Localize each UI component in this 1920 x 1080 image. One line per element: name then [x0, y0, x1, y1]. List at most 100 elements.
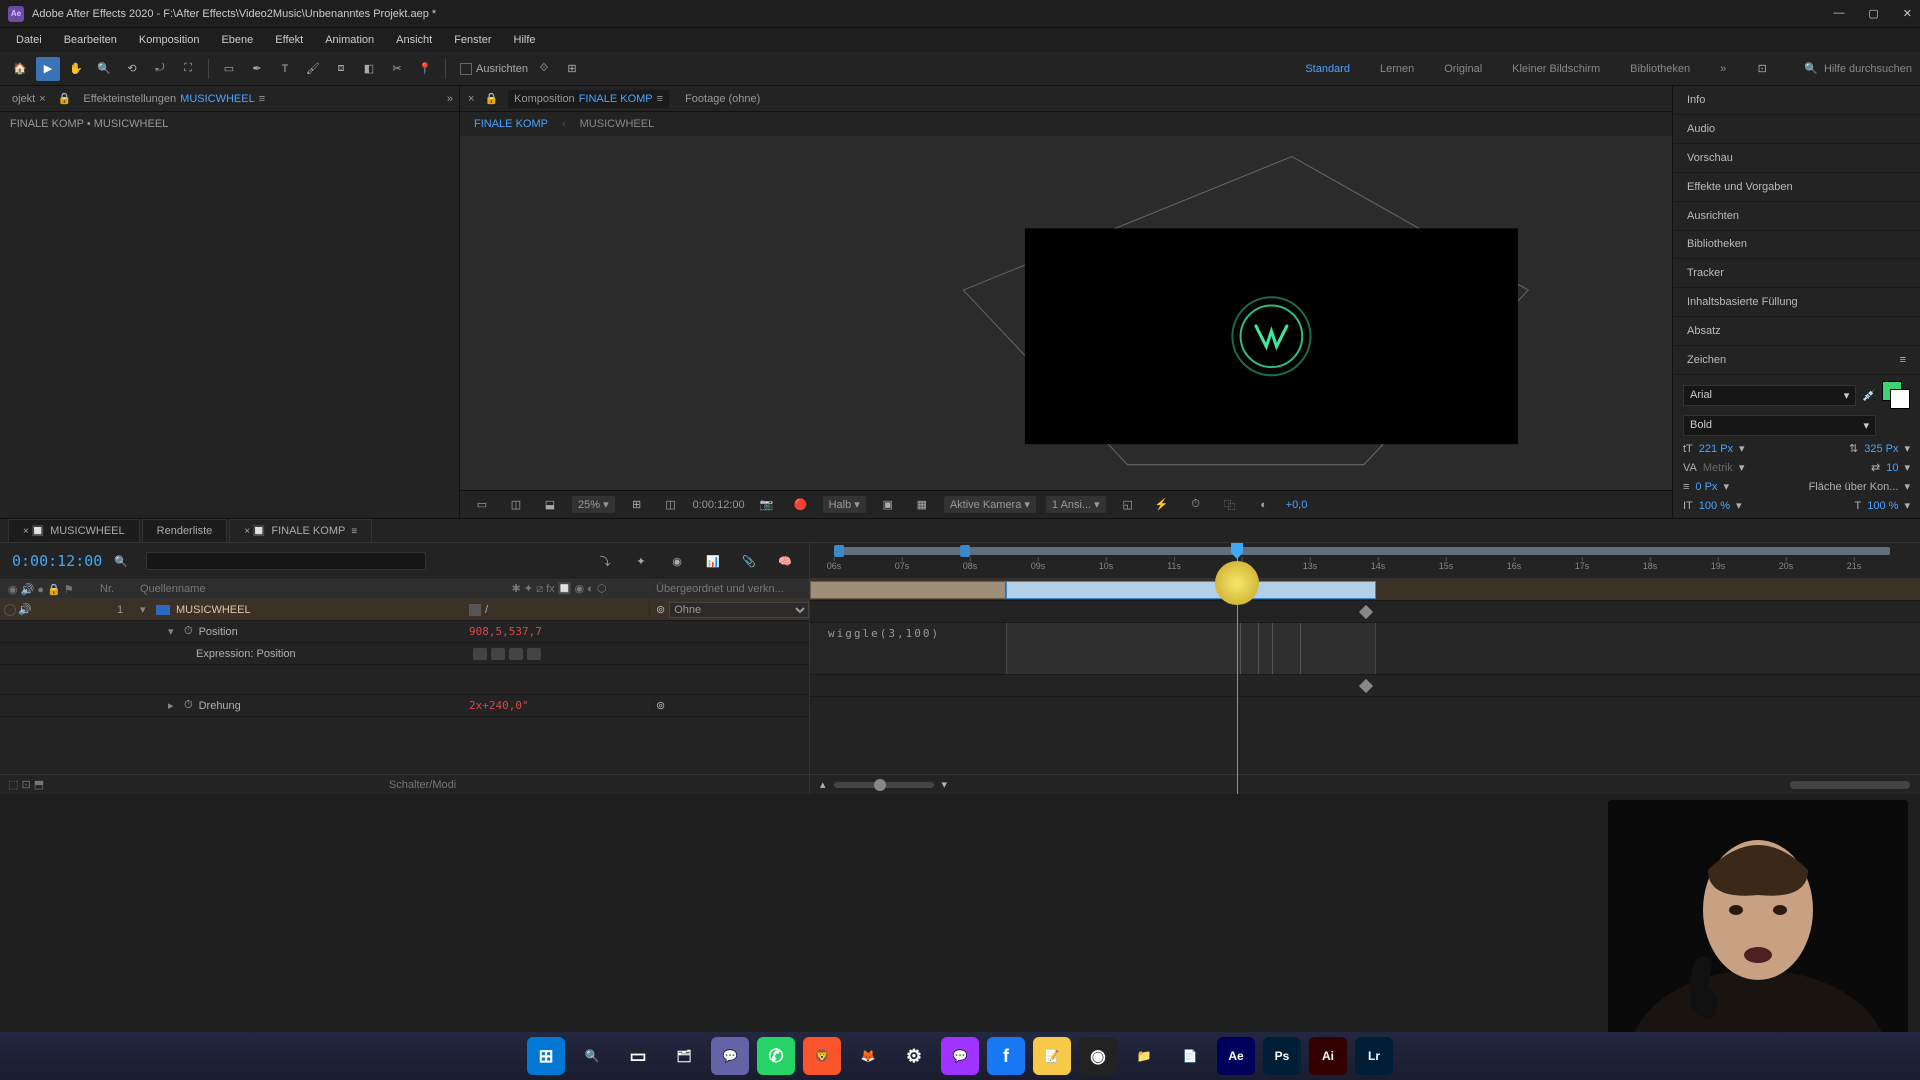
current-timecode[interactable]: 0:00:12:00 — [12, 552, 102, 570]
firefox-icon[interactable]: 🦊 — [849, 1037, 887, 1075]
home-tool[interactable]: 🏠 — [8, 57, 32, 81]
stopwatch-icon[interactable]: ⏱ — [184, 699, 193, 712]
puppet-tool[interactable]: 📍 — [413, 57, 437, 81]
workspace-lernen[interactable]: Lernen — [1374, 59, 1420, 79]
grid-icon[interactable]: ⊞ — [560, 57, 584, 81]
rotation-value[interactable]: 2x+240,0° — [469, 699, 529, 712]
composition-tab[interactable]: Komposition FINALE KOMP ≡ — [508, 90, 669, 108]
viewer-fit-icon[interactable]: ▭ — [470, 493, 494, 517]
camera-select[interactable]: Aktive Kamera ▾ — [944, 496, 1036, 513]
layer-bar-track[interactable] — [810, 579, 1920, 601]
minimize-button[interactable]: — — [1833, 7, 1844, 20]
panel-overflow-icon[interactable]: » — [447, 93, 453, 105]
visibility-toggle[interactable] — [4, 604, 16, 616]
breadcrumb-musicwheel[interactable]: MUSICWHEEL — [580, 118, 655, 130]
shape-tool[interactable]: ▭ — [217, 57, 241, 81]
menu-komposition[interactable]: Komposition — [129, 31, 210, 49]
notes-icon[interactable]: 📝 — [1033, 1037, 1071, 1075]
parent-pickwhip-icon[interactable]: ⊚ — [656, 699, 665, 712]
hand-tool[interactable]: ✋ — [64, 57, 88, 81]
breadcrumb-finale[interactable]: FINALE KOMP — [474, 118, 548, 130]
expression-graph-icon[interactable] — [491, 648, 505, 660]
expression-track[interactable]: wiggle(3,100) — [810, 623, 1920, 675]
menu-datei[interactable]: Datei — [6, 31, 52, 49]
help-search[interactable]: 🔍 Hilfe durchsuchen — [1804, 62, 1912, 75]
brave-icon[interactable]: 🦁 — [803, 1037, 841, 1075]
panel-vorschau[interactable]: Vorschau — [1673, 144, 1920, 173]
panel-info[interactable]: Info — [1673, 86, 1920, 115]
stamp-tool[interactable]: ⧈ — [329, 57, 353, 81]
views-select[interactable]: 1 Ansi... ▾ — [1046, 496, 1106, 513]
menu-ansicht[interactable]: Ansicht — [386, 31, 442, 49]
property-expression-position[interactable]: Expression: Position — [0, 643, 809, 665]
stopwatch-icon[interactable]: ⏱ — [184, 625, 193, 638]
hscale-value[interactable]: 100 % — [1867, 500, 1898, 512]
roto-tool[interactable]: ✂ — [385, 57, 409, 81]
stroke-value[interactable]: 0 Px — [1695, 481, 1717, 493]
panel-menu-icon[interactable]: ≡ — [1900, 354, 1906, 366]
fast-preview-icon[interactable]: ⚡ — [1150, 493, 1174, 517]
flowchart-icon[interactable]: ⿻ — [1218, 493, 1242, 517]
messenger-icon[interactable]: 💬 — [941, 1037, 979, 1075]
workspace-original[interactable]: Original — [1438, 59, 1488, 79]
after-effects-icon[interactable]: Ae — [1217, 1037, 1255, 1075]
switches-modes-toggle[interactable]: Schalter/Modi — [389, 779, 456, 791]
tl-brain-icon[interactable]: 🧠 — [773, 549, 797, 573]
app-icon[interactable]: ⚙ — [895, 1037, 933, 1075]
timeline-tab-musicwheel[interactable]: × 🔲 MUSICWHEEL — [8, 519, 140, 542]
workspace-kleiner[interactable]: Kleiner Bildschirm — [1506, 59, 1606, 79]
fill-over-select[interactable]: Fläche über Kon... — [1809, 481, 1899, 493]
tl-graph-icon[interactable]: 📊 — [701, 549, 725, 573]
parent-pickwhip-icon[interactable]: ⊚ — [656, 603, 665, 616]
leading-value[interactable]: 325 Px — [1864, 443, 1898, 455]
tl-shy-icon[interactable]: ⤵ — [593, 549, 617, 573]
exposure-reset-icon[interactable]: ◐ — [1252, 493, 1276, 517]
exposure-value[interactable]: +0,0 — [1286, 499, 1308, 511]
region-icon[interactable]: ▣ — [876, 493, 900, 517]
property-position[interactable]: ▾⏱Position 908,5,537,7 — [0, 621, 809, 643]
timeline-tab-finale[interactable]: × 🔲 FINALE KOMP ≡ — [229, 519, 372, 542]
whatsapp-icon[interactable]: ✆ — [757, 1037, 795, 1075]
transparency-icon[interactable]: ▦ — [910, 493, 934, 517]
twirl-icon[interactable]: ▾ — [140, 603, 150, 616]
viewer-timecode[interactable]: 0:00:12:00 — [693, 499, 745, 511]
menu-ebene[interactable]: Ebene — [211, 31, 263, 49]
panel-tracker[interactable]: Tracker — [1673, 259, 1920, 288]
expression-text[interactable]: wiggle(3,100) — [828, 627, 940, 640]
zoom-tool[interactable]: 🔍 — [92, 57, 116, 81]
zoom-select[interactable]: 25% ▾ — [572, 496, 615, 513]
menu-fenster[interactable]: Fenster — [444, 31, 501, 49]
snap-icon[interactable]: ⟐ — [532, 57, 556, 81]
project-panel-tab[interactable]: ojekt × — [6, 90, 52, 108]
panel-effekte[interactable]: Effekte und Vorgaben — [1673, 173, 1920, 202]
panel-inhaltsfuellung[interactable]: Inhaltsbasierte Füllung — [1673, 288, 1920, 317]
zoom-out-icon[interactable]: ▴ — [820, 778, 826, 791]
expression-pickwhip-icon[interactable] — [509, 648, 523, 660]
toggle-switches-icon[interactable]: ⬚ ⊡ ⬒ — [8, 778, 44, 791]
notepad-icon[interactable]: 📄 — [1171, 1037, 1209, 1075]
keyframe-icon[interactable] — [1359, 605, 1373, 619]
kerning-value[interactable]: Metrik — [1703, 462, 1733, 474]
snapshot-icon[interactable]: 📷 — [755, 493, 779, 517]
layer-row-musicwheel[interactable]: 🔊 1 ▾MUSICWHEEL / ⊚ Ohne — [0, 599, 809, 621]
files-icon[interactable]: 📁 — [1125, 1037, 1163, 1075]
grid-toggle-icon[interactable]: ⊞ — [625, 493, 649, 517]
illustrator-icon[interactable]: Ai — [1309, 1037, 1347, 1075]
playhead[interactable] — [1237, 543, 1238, 794]
tl-motionblur-icon[interactable]: ◉ — [665, 549, 689, 573]
viewer-alpha-icon[interactable]: ◫ — [504, 493, 528, 517]
keyframe-icon[interactable] — [1359, 679, 1373, 693]
panel-zeichen-header[interactable]: Zeichen≡ — [1673, 346, 1920, 375]
panel-absatz[interactable]: Absatz — [1673, 317, 1920, 346]
property-rotation[interactable]: ▸⏱Drehung 2x+240,0° ⊚ — [0, 695, 809, 717]
workspace-reset-icon[interactable]: ⊡ — [1750, 57, 1774, 81]
workspace-standard[interactable]: Standard — [1299, 59, 1356, 79]
time-ruler[interactable]: 06s07s08s09s10s11s12s13s14s15s16s17s18s1… — [810, 543, 1920, 579]
search-icon[interactable]: 🔍 — [573, 1037, 611, 1075]
expression-enable-icon[interactable] — [473, 648, 487, 660]
menu-hilfe[interactable]: Hilfe — [504, 31, 546, 49]
expression-language-icon[interactable] — [527, 648, 541, 660]
workspace-more-icon[interactable]: » — [1714, 59, 1732, 79]
timeline-tab-renderliste[interactable]: Renderliste — [142, 519, 228, 542]
brush-tool[interactable]: 🖌 — [301, 57, 325, 81]
